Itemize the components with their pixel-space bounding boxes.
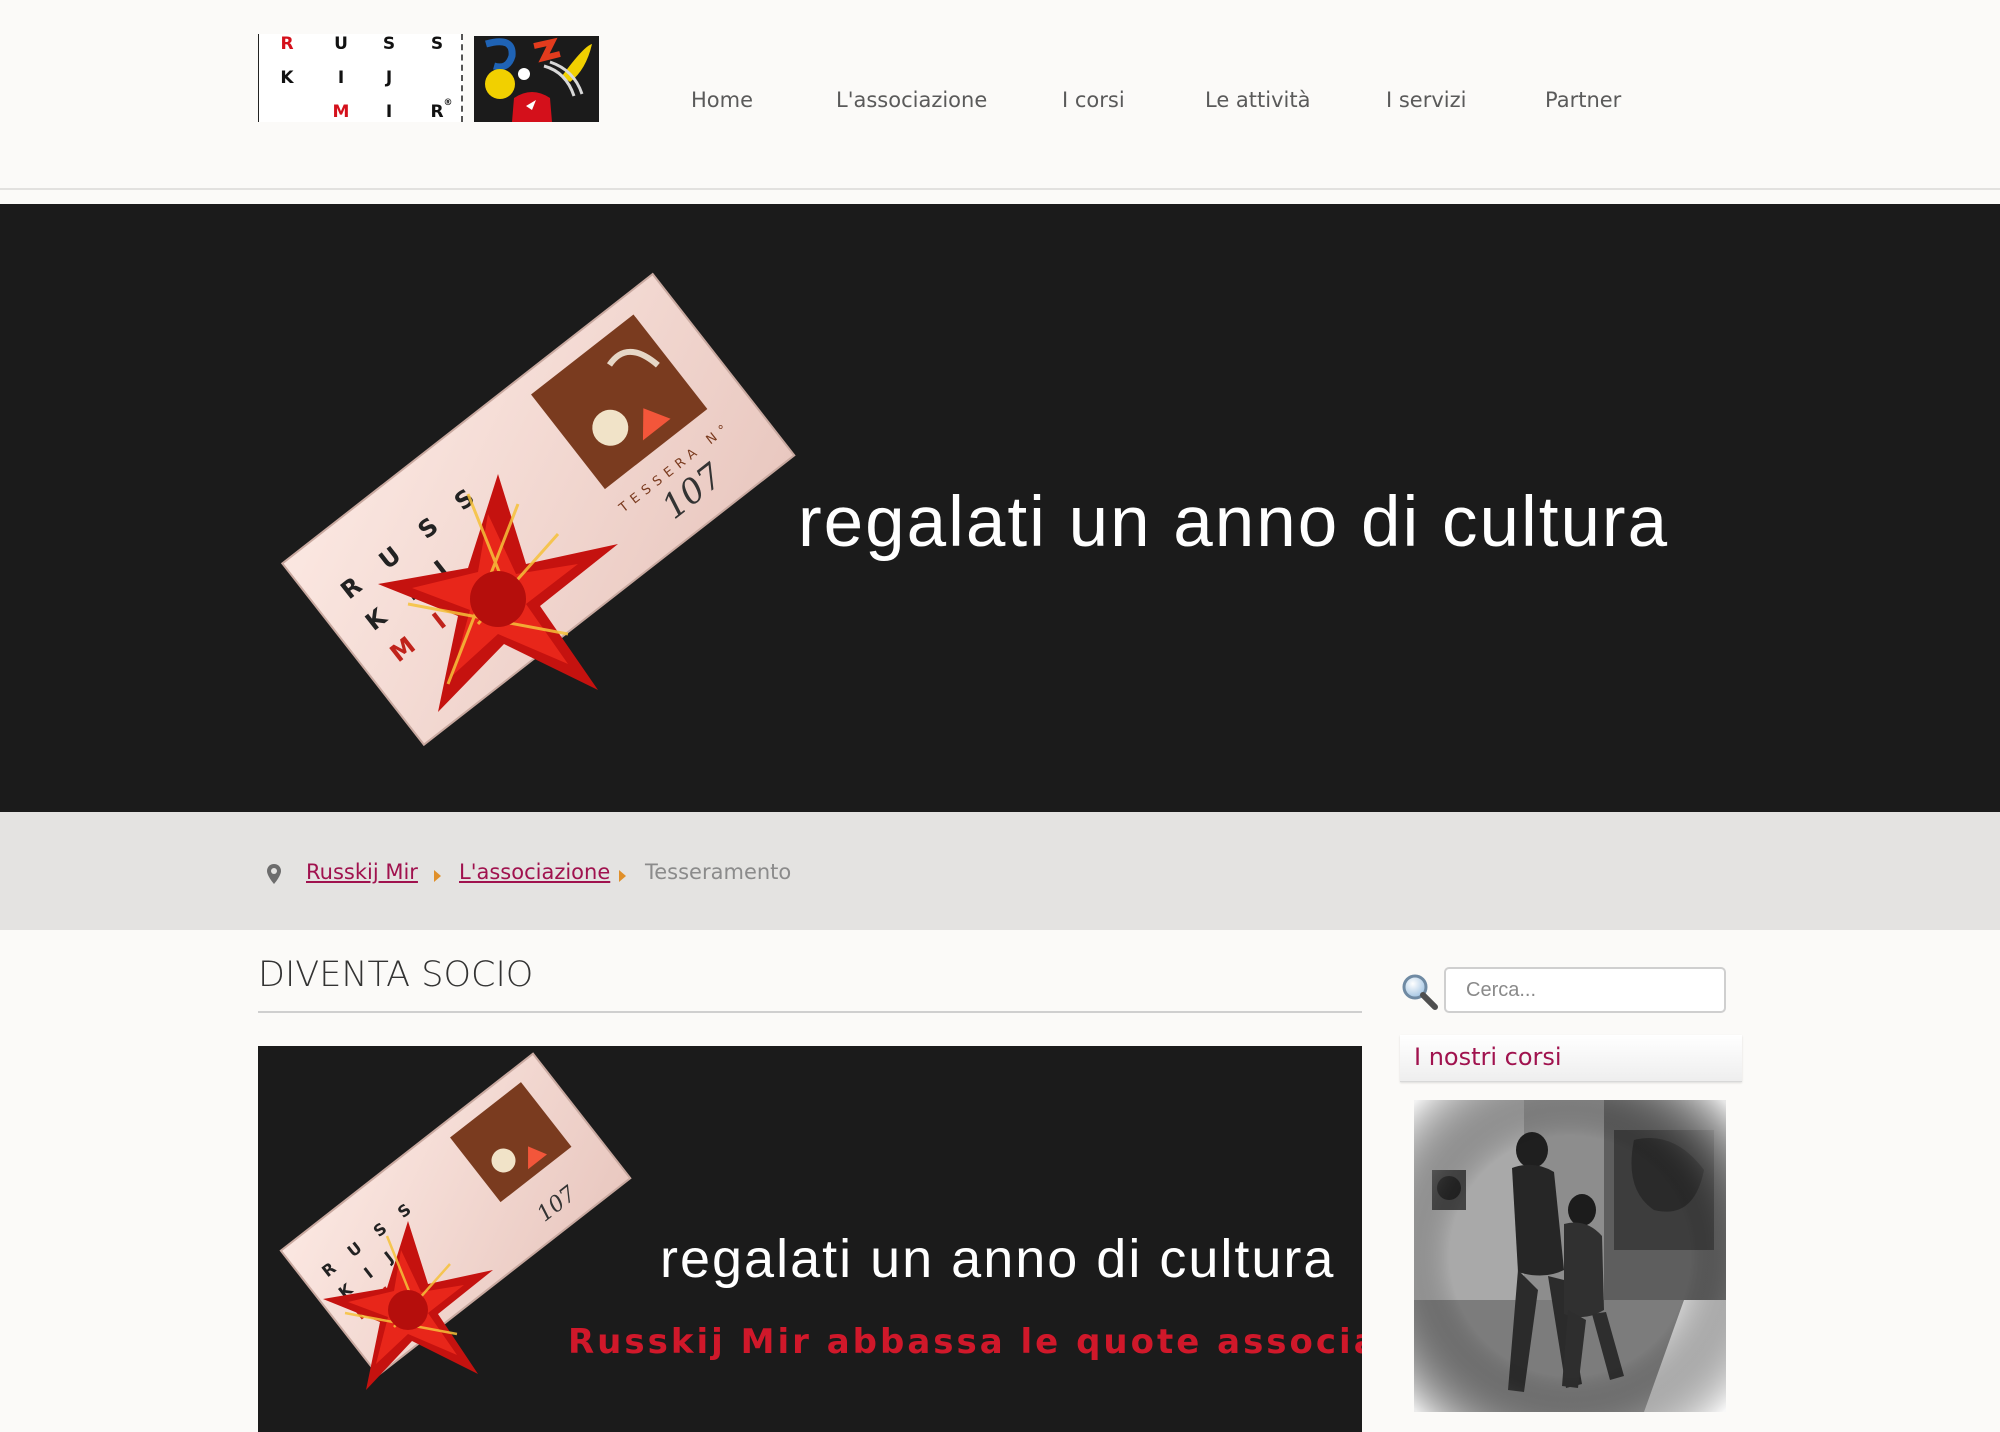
article-image-headline: regalati un anno di cultura bbox=[660, 1229, 1336, 1289]
logo-letter: J bbox=[385, 68, 393, 88]
nav-item-corsi[interactable]: I corsi bbox=[1062, 88, 1125, 112]
breadcrumb-home-link[interactable]: Russkij Mir bbox=[306, 860, 418, 884]
nav-item-servizi[interactable]: I servizi bbox=[1386, 88, 1466, 112]
breadcrumb-associazione-link[interactable]: L'associazione bbox=[459, 860, 610, 884]
logo-letter: S bbox=[430, 34, 444, 54]
site-header: R U S S K I J M I R ® Home L'associazion… bbox=[0, 0, 2000, 190]
hero-banner[interactable]: RUSS KIJ MIR TESSERA N° 107 regalati un … bbox=[0, 204, 2000, 812]
nav-item-associazione[interactable]: L'associazione bbox=[836, 88, 987, 112]
membership-card-illustration: RUSS KIJ MIR 107 bbox=[279, 1052, 632, 1390]
nav-item-attivita[interactable]: Le attività bbox=[1205, 88, 1310, 112]
breadcrumb: Russkij Mir L'associazione Tesseramento bbox=[0, 812, 2000, 930]
search-input[interactable] bbox=[1444, 967, 1726, 1013]
course-photo[interactable] bbox=[1414, 1100, 1726, 1412]
location-pin-icon bbox=[267, 864, 281, 884]
nav-item-home[interactable]: Home bbox=[691, 88, 753, 112]
breadcrumb-current: Tesseramento bbox=[645, 860, 792, 884]
statue-photo-image bbox=[1414, 1100, 1726, 1412]
courses-module-header: I nostri corsi bbox=[1400, 1035, 1742, 1082]
breadcrumb-arrow-icon bbox=[434, 870, 441, 882]
breadcrumb-arrow-icon bbox=[619, 870, 626, 882]
logo-letter: U bbox=[334, 34, 348, 54]
logo-letter: R bbox=[280, 34, 294, 54]
article-banner-image: RUSS KIJ MIR 107 regalati un anno di cul… bbox=[258, 1046, 1362, 1432]
page-title: DIVENTA SOCIO bbox=[258, 955, 534, 995]
logo-letter: S bbox=[382, 34, 396, 54]
logo-letter: I bbox=[337, 68, 345, 88]
main-navigation: Home L'associazione I corsi Le attività … bbox=[0, 88, 2000, 128]
search-icon[interactable] bbox=[1400, 972, 1438, 1010]
nav-item-partner[interactable]: Partner bbox=[1545, 88, 1621, 112]
membership-card-illustration: RUSS KIJ MIR TESSERA N° 107 bbox=[280, 272, 796, 747]
logo-letter: K bbox=[280, 68, 294, 88]
article-image-subtext: Russkij Mir abbassa le quote associative… bbox=[568, 1322, 1362, 1362]
hero-headline: regalati un anno di cultura bbox=[798, 483, 1670, 562]
title-divider bbox=[258, 1011, 1362, 1013]
courses-module-title: I nostri corsi bbox=[1414, 1043, 1562, 1071]
